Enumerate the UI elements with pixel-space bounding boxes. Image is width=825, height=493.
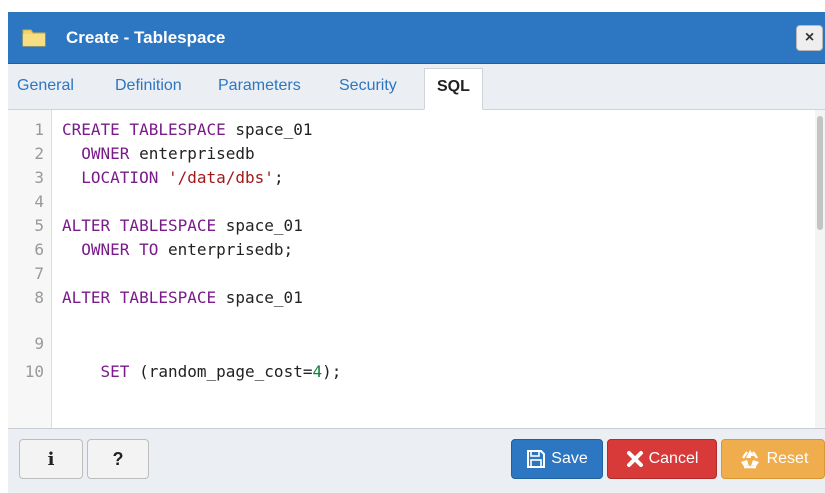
dialog-footer: i ? Save Cancel Reset: [8, 428, 825, 493]
code-line: 10 SET (random_page_cost=4);: [8, 360, 808, 384]
help-icon: ?: [112, 448, 124, 469]
info-icon: i: [47, 448, 55, 470]
save-label: Save: [551, 450, 588, 467]
code-text: OWNER enterprisedb: [81, 144, 255, 163]
dialog-title-bar: Create - Tablespace ×: [8, 12, 825, 64]
folder-icon: [22, 26, 46, 48]
line-number: 2: [34, 144, 44, 163]
code-text: OWNER TO enterprisedb;: [81, 240, 294, 259]
line-number: 10: [24, 362, 44, 381]
tab-general[interactable]: General: [17, 77, 74, 95]
dialog-title: Create - Tablespace: [66, 28, 226, 47]
line-number: 9: [34, 334, 44, 353]
code-text: SET (random_page_cost=4);: [100, 362, 342, 381]
close-button[interactable]: ×: [796, 25, 823, 51]
code-line: 5 ALTER TABLESPACE space_01: [8, 214, 808, 238]
code-line: 1 CREATE TABLESPACE space_01: [8, 118, 808, 142]
cancel-button[interactable]: Cancel: [607, 439, 717, 479]
code-line: 6 OWNER TO enterprisedb;: [8, 238, 808, 262]
info-button[interactable]: i: [19, 439, 83, 479]
editor-scrollbar[interactable]: [815, 110, 825, 428]
sql-keyword: ALTER TABLESPACE: [62, 216, 217, 235]
code-line: 9: [8, 332, 808, 356]
code-text: LOCATION '/data/dbs';: [81, 168, 284, 187]
x-icon: [626, 450, 644, 468]
line-number: 8: [34, 288, 44, 307]
sql-keyword: ALTER TABLESPACE: [62, 288, 217, 307]
line-number: 6: [34, 240, 44, 259]
create-tablespace-dialog: Create - Tablespace × General Definition…: [0, 0, 825, 493]
sql-number: 4: [312, 362, 323, 381]
close-icon: ×: [804, 29, 815, 46]
tab-security[interactable]: Security: [339, 77, 397, 95]
line-number: 5: [34, 216, 44, 235]
sql-keyword: LOCATION: [81, 168, 159, 187]
sql-keyword: SET: [100, 362, 130, 381]
code-line: 4: [8, 190, 808, 214]
code-line: 8 ALTER TABLESPACE space_01: [8, 286, 808, 310]
code-line: 7: [8, 262, 808, 286]
code-line: 3 LOCATION '/data/dbs';: [8, 166, 808, 190]
save-button[interactable]: Save: [511, 439, 603, 479]
line-number: 4: [34, 192, 44, 211]
sql-keyword: CREATE TABLESPACE: [62, 120, 226, 139]
sql-keyword: OWNER TO: [81, 240, 159, 259]
code-text: CREATE TABLESPACE space_01: [62, 120, 313, 139]
help-button[interactable]: ?: [87, 439, 149, 479]
reset-label: Reset: [766, 450, 809, 467]
line-number: 3: [34, 168, 44, 187]
line-number: 7: [34, 264, 44, 283]
code-text: ALTER TABLESPACE space_01: [62, 216, 303, 235]
sql-string: '/data/dbs': [167, 168, 274, 187]
tab-parameters[interactable]: Parameters: [218, 77, 301, 95]
save-icon: [526, 449, 546, 469]
scrollbar-thumb[interactable]: [817, 116, 823, 230]
reset-button[interactable]: Reset: [721, 439, 825, 479]
tab-definition[interactable]: Definition: [115, 77, 182, 95]
tab-sql[interactable]: SQL: [424, 68, 483, 110]
line-number: 1: [34, 120, 44, 139]
code-text: ALTER TABLESPACE space_01: [62, 288, 303, 307]
recycle-icon: [738, 448, 762, 470]
sql-keyword: OWNER: [81, 144, 130, 163]
sql-editor[interactable]: 1 CREATE TABLESPACE space_01 2 OWNER enter…: [8, 110, 825, 428]
tab-bar: General Definition Parameters Security S…: [8, 64, 825, 110]
cancel-label: Cancel: [648, 450, 699, 467]
code-line: 2 OWNER enterprisedb: [8, 142, 808, 166]
